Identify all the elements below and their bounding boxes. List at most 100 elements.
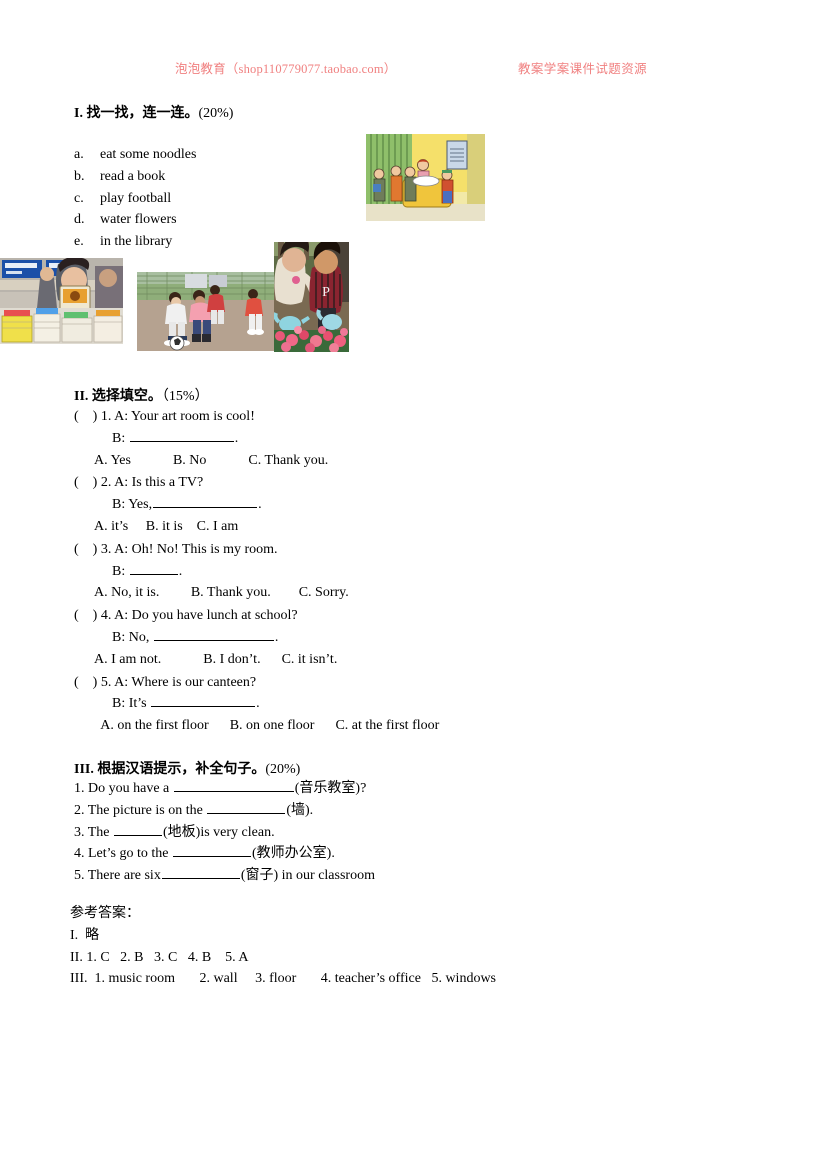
page-header: 泡泡教育（shop110779077.taobao.com） 教案学案课件试题资…: [0, 58, 827, 78]
fill-item-1: 1. Do you have a (音乐教室)?: [74, 778, 714, 800]
fill-item-5: 5. There are six (窗子) in our classroom: [74, 865, 714, 887]
question-1-number: 1.: [100, 409, 112, 424]
section-one-number: I.: [74, 106, 83, 121]
answer-bracket-close: ): [92, 608, 98, 624]
fill-number: 3.: [74, 824, 85, 840]
answer-bracket-close: ): [92, 409, 98, 424]
fill-text-before: There are six: [87, 868, 161, 884]
answer-key-line-one: I. 略: [70, 927, 100, 943]
question-4-answer-line: B: No, .: [74, 627, 714, 649]
svg-text:P: P: [322, 285, 330, 300]
answer-prefix: B:: [112, 563, 129, 579]
question-4-options[interactable]: A. I am not. B. I don’t. C. it isn’t.: [74, 649, 714, 671]
match-letter: d.: [74, 212, 85, 228]
question-2-stem: ( ) 2. A: Is this a TV?: [74, 472, 714, 494]
question-1-options[interactable]: A. Yes B. No C. Thank you.: [74, 450, 714, 472]
answer-bracket-open[interactable]: (: [74, 675, 79, 690]
question-4-stem: ( ) 4. A: Do you have lunch at school?: [74, 605, 714, 627]
section-one-heading-text: 找一找，连一连。: [86, 106, 199, 121]
section-two-points: （15%）: [161, 389, 209, 404]
section-two-title: II. 选择填空。（15%）: [74, 385, 714, 405]
fill-text-after: (窗子) in our classroom: [240, 868, 375, 884]
fill-text-after: (墙).: [286, 802, 314, 818]
question-3-options[interactable]: A. No, it is. B. Thank you. C. Sorry.: [74, 582, 714, 604]
fill-blank[interactable]: [207, 800, 286, 814]
fill-text-before: Do you have a: [88, 781, 173, 796]
fill-text-before: Let’s go to the: [88, 846, 172, 862]
answer-suffix: .: [234, 430, 239, 446]
answer-blank[interactable]: [153, 627, 274, 641]
section-one: I. 找一找，连一连。(20%) a. eat some noodles b. re…: [74, 102, 574, 253]
fill-blank[interactable]: [173, 843, 251, 858]
question-4-number: 4.: [100, 608, 112, 624]
answer-key: 参考答案： I. 略 II. 1. C 2. B 3. C 4. B 5. A …: [70, 903, 770, 990]
fill-blank[interactable]: [114, 822, 163, 836]
match-letter: a.: [74, 147, 84, 162]
answer-suffix: .: [256, 696, 260, 712]
answer-bracket-open[interactable]: (: [74, 409, 79, 424]
section-three-points: (20%): [265, 762, 301, 777]
answer-blank[interactable]: [129, 428, 234, 442]
question-4: ( ) 4. A: Do you have lunch at school? B…: [74, 605, 714, 670]
section-two-heading-text: 选择填空。: [91, 389, 162, 404]
section-three-number: III.: [74, 762, 94, 777]
library-photo: [0, 258, 123, 344]
question-5-text: A: Where is our canteen?: [114, 674, 257, 690]
answer-prefix: B: It’s: [112, 696, 151, 712]
question-5: ( ) 5. A: Where is our canteen? B: It’s …: [74, 672, 714, 737]
answer-blank[interactable]: [153, 494, 258, 509]
section-two: II. 选择填空。（15%） ( ) 1. A: Your art room i…: [74, 385, 714, 737]
answer-prefix: B:: [112, 430, 129, 446]
answer-key-line-three: III. 1. music room 2. wall 3. floor 4. t…: [70, 971, 497, 987]
fill-text-after: (地板)is very clean.: [163, 824, 275, 840]
answer-prefix: B: No,: [112, 629, 153, 645]
section-one-title: I. 找一找，连一连。(20%): [74, 102, 574, 122]
list-item: c. play football: [74, 188, 574, 210]
answer-bracket-open[interactable]: (: [74, 608, 79, 623]
question-1-answer-line: B: .: [74, 428, 714, 450]
question-2-text: A: Is this a TV?: [114, 475, 204, 491]
answer-blank[interactable]: [129, 561, 178, 575]
fill-blank[interactable]: [173, 778, 294, 792]
question-1-text: A: Your art room is cool!: [114, 409, 255, 424]
question-2-options[interactable]: A. it’s B. it is C. I am: [74, 516, 714, 538]
question-5-options[interactable]: A. on the first floor B. on one floor C.…: [74, 715, 714, 737]
match-text: eat some noodles: [100, 147, 197, 162]
answer-blank[interactable]: [151, 693, 256, 708]
fill-text-after: (音乐教室)?: [294, 781, 367, 796]
header-shop-text: 泡泡教育（shop110779077.taobao.com）: [175, 62, 397, 76]
answer-suffix: .: [274, 629, 279, 645]
answer-suffix: .: [258, 497, 262, 513]
match-text: in the library: [100, 234, 173, 250]
question-1-stem: ( ) 1. A: Your art room is cool!: [74, 406, 714, 428]
fill-blank[interactable]: [161, 865, 240, 880]
question-5-number: 5.: [100, 674, 112, 690]
match-letter: b.: [74, 168, 85, 184]
answer-prefix: B: Yes,: [112, 497, 153, 513]
list-item: d. water flowers: [74, 209, 574, 231]
fill-number: 5.: [74, 868, 85, 884]
fill-item-3: 3. The (地板)is very clean.: [74, 822, 714, 844]
answer-bracket-close: ): [92, 674, 98, 690]
question-1: ( ) 1. A: Your art room is cool! B: . A.…: [74, 406, 714, 471]
question-3-number: 3.: [100, 541, 112, 557]
answer-bracket-open[interactable]: (: [74, 542, 79, 557]
question-3-stem: ( ) 3. A: Oh! No! This is my room.: [74, 539, 714, 561]
question-3-text: A: Oh! No! This is my room.: [114, 541, 278, 557]
fill-item-4: 4. Let’s go to the (教师办公室).: [74, 843, 714, 865]
match-text: read a book: [100, 168, 166, 184]
fill-number: 2.: [74, 802, 85, 818]
fill-text-before: The: [87, 824, 114, 840]
answer-bracket-open[interactable]: (: [74, 475, 79, 490]
fill-text-after: (教师办公室).: [252, 846, 335, 862]
matching-list: a. eat some noodles b. read a book c. play …: [74, 144, 574, 253]
fill-number: 4.: [74, 846, 85, 862]
section-two-number: II.: [74, 389, 89, 404]
question-2-number: 2.: [100, 475, 112, 491]
answer-key-line-two: II. 1. C 2. B 3. C 4. B 5. A: [70, 949, 249, 965]
match-text: water flowers: [100, 212, 177, 228]
canteen-illustration: [363, 131, 488, 224]
question-5-stem: ( ) 5. A: Where is our canteen?: [74, 672, 714, 694]
fill-item-2: 2. The picture is on the (墙).: [74, 800, 714, 822]
list-item: b. read a book: [74, 166, 574, 188]
